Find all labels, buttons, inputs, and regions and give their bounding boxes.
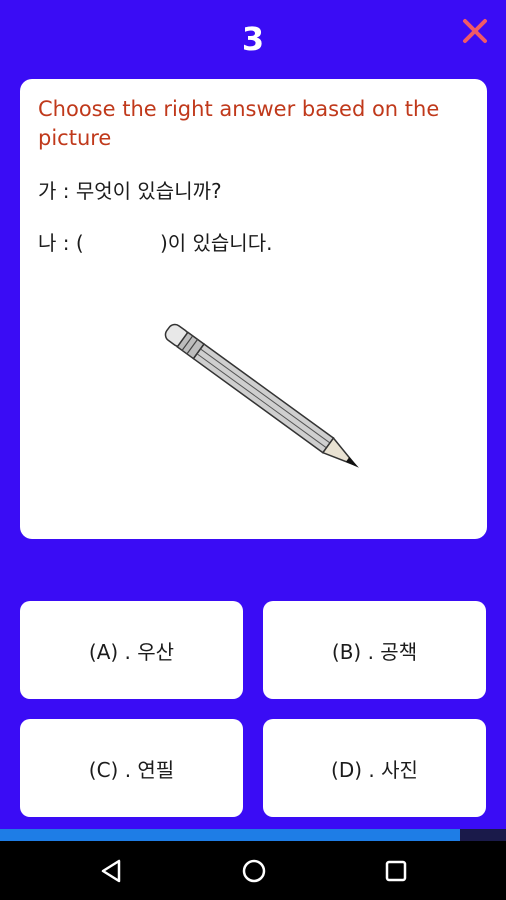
answer-option-a[interactable]: (A) . 우산 — [20, 601, 243, 699]
home-icon[interactable] — [240, 857, 268, 885]
recent-apps-icon[interactable] — [382, 857, 410, 885]
close-icon[interactable] — [460, 16, 490, 46]
question-number: 3 — [241, 20, 265, 58]
answer-option-b[interactable]: (B) . 공책 — [263, 601, 486, 699]
progress-fill — [0, 829, 461, 841]
back-icon[interactable] — [98, 857, 126, 885]
android-nav-bar — [0, 841, 506, 900]
top-bar: 3 — [0, 0, 506, 78]
pencil-illustration — [164, 323, 359, 468]
question-card: Choose the right answer based on the pic… — [20, 79, 487, 539]
answer-option-a-label: (A) . 우산 — [88, 639, 175, 664]
answer-option-c[interactable]: (C) . 연필 — [20, 719, 243, 817]
answer-option-d[interactable]: (D) . 사진 — [263, 719, 486, 817]
answer-option-b-label: (B) . 공책 — [331, 639, 418, 664]
dialogue-line-1: 가 : 무엇이 있습니까? — [38, 179, 222, 203]
progress-bar — [0, 829, 506, 841]
question-prompt: Choose the right answer based on the pic… — [38, 97, 440, 150]
answer-option-d-label: (D) . 사진 — [331, 757, 418, 782]
answer-option-c-label: (C) . 연필 — [88, 757, 175, 782]
dialogue-line-2: 나 : ( )이 있습니다. — [38, 231, 273, 255]
